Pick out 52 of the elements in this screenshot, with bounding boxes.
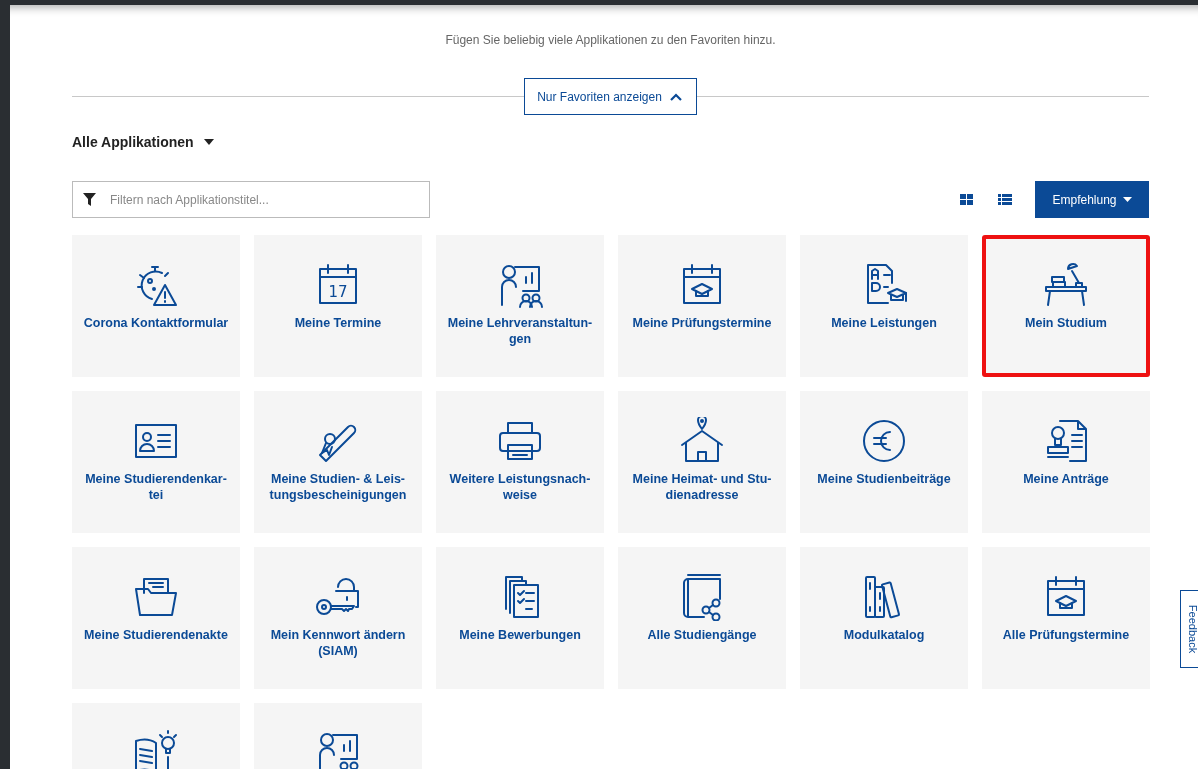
app-tile[interactable]: Alle Studiengänge [618,547,786,689]
filter-field[interactable]: Filtern nach Applikationstitel... [72,181,430,218]
tile-label: Meine Bewerbungen [458,627,582,643]
chevron-icon [669,92,682,101]
app-tile[interactable]: Meine Bewerbungen [436,547,604,689]
app-tile[interactable]: Mein Studium [982,235,1150,377]
tile-label: Mein Studium [1024,315,1108,331]
tile-label: Meine Studienbeiträge [816,471,952,487]
app-tile[interactable]: Modulkatalog [800,547,968,689]
book-lightbulb-icon [132,729,180,769]
tile-label: Meine Studierendenkar- tei [84,471,228,503]
tile-label: Meine Studierendenakte [83,627,229,643]
caret-icon[interactable] [203,139,214,145]
app-tile[interactable]: 17 Meine Termine [254,235,422,377]
tile-label: Alle Prüfungstermine [1001,627,1131,643]
tile-label: Modulkatalog [842,627,926,643]
app-tile[interactable]: Meine Leistungen [800,235,968,377]
list-view-icon[interactable] [997,191,1013,208]
app-tile[interactable]: Meine Prüfungstermine [618,235,786,377]
app-tile[interactable]: Meine Studierendenkar- tei [72,391,240,533]
tile-label: Meine Studien- & Leis- tungsbescheinigungen [268,471,408,503]
app-tile[interactable]: Meine Studien- & Leis- tungsbescheinigungen [254,391,422,533]
app-tile[interactable]: Meine Heimat- und Stu- dienadresse [618,391,786,533]
app-tile[interactable]: Corona Kontaktformular [72,235,240,377]
favorites-toggle-button[interactable]: Nur Favoriten anzeigen [524,78,697,115]
section-title: Alle Applikationen [72,134,194,150]
feedback-tab[interactable]: Feedback [1180,590,1198,668]
filter-icon [83,193,96,206]
tile-label: Weitere Leistungsnach- weise [448,471,592,503]
subtitle: Fügen Sie beliebig viele Applikationen zu den Favoriten hinzu. [444,32,777,49]
caret-icon [1122,197,1132,202]
app-tile[interactable]: Meine Studienbeiträge [800,391,968,533]
desk-lamp-icon [1042,261,1090,309]
euro-icon [860,417,908,465]
app-tile[interactable]: Meine Lehrveranstaltun- gen [436,235,604,377]
tile-label: Meine Lehrveranstaltun- gen [446,315,594,347]
app-tile[interactable]: Meine Anträge [982,391,1150,533]
tile-label: Meine Heimat- und Stu- dienadresse [631,471,773,503]
app-tile[interactable]: Meine Studierendenakte [72,547,240,689]
tile-label: Mein Kennwort ändern (SIAM) [269,627,407,659]
app-tile[interactable]: Alle Prüfungstermine [982,547,1150,689]
tile-label: Meine Prüfungstermine [631,315,773,331]
app-tile[interactable]: Mein Kennwort ändern (SIAM) [254,547,422,689]
house-location-icon [678,417,726,465]
grid-view-icon[interactable] [959,191,975,208]
tile-label: Corona Kontaktformular [82,315,230,331]
tile-label: Meine Termine [293,315,383,331]
app-tile[interactable]: Weitere Leistungsnach- weise [436,391,604,533]
sort-dropdown-button[interactable]: Empfehlung [1035,181,1149,218]
tile-label: Alle Studiengänge [646,627,758,643]
tile-label: Meine Anträge [1022,471,1110,487]
tile-label: Meine Leistungen [830,315,938,331]
